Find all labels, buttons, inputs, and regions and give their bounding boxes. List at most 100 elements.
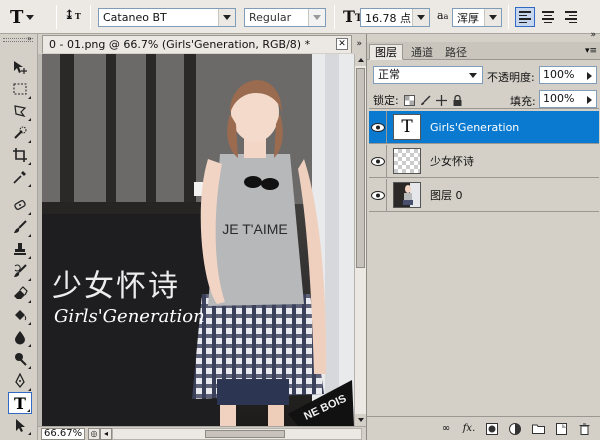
image-canvas[interactable]: JE T'AIME NE BOIS 少女怀诗 Girls'Generation — [42, 54, 354, 426]
collapse-icon[interactable]: » — [27, 34, 32, 43]
collapse-icon[interactable]: » — [590, 30, 596, 40]
vertical-scrollbar[interactable] — [354, 54, 366, 426]
chevron-down-icon[interactable] — [218, 9, 235, 26]
lock-all-icon[interactable] — [452, 94, 463, 106]
link-icon[interactable]: ∞ — [439, 422, 453, 436]
blur-tool-icon[interactable] — [8, 326, 32, 348]
fill-label: 填充: — [510, 95, 536, 108]
fill-input[interactable]: 100% — [539, 90, 597, 108]
lock-position-move-icon[interactable] — [435, 94, 447, 106]
layer-name[interactable]: Girls'Generation — [430, 121, 519, 134]
group-folder-icon[interactable] — [531, 422, 545, 436]
eyedropper-tool-icon[interactable] — [8, 166, 32, 188]
brush-tool-icon[interactable] — [8, 216, 32, 238]
zoom-value: 66.67% — [44, 428, 83, 439]
text-align-group — [515, 7, 581, 27]
move-tool-icon[interactable] — [8, 56, 32, 78]
document-tab[interactable]: 0 - 01.png @ 66.7% (Girls'Generation, RG… — [42, 35, 352, 53]
english-title-text[interactable]: Girls'Generation — [54, 306, 205, 327]
lasso-tool-icon[interactable] — [8, 100, 32, 122]
close-icon[interactable]: ✕ — [336, 38, 348, 50]
align-center-button[interactable] — [538, 7, 558, 27]
font-style-select[interactable]: Regular — [244, 8, 326, 27]
eraser-tool-icon[interactable] — [8, 282, 32, 304]
adjustment-icon[interactable] — [508, 422, 522, 436]
align-left-button[interactable] — [515, 7, 535, 27]
photo-artwork: JE T'AIME NE BOIS 少女怀诗 Girls'Generation — [42, 54, 354, 426]
scroll-left-icon[interactable]: ◂ — [100, 428, 112, 440]
quick-selection-tool-icon[interactable] — [8, 122, 32, 144]
vertical-scroll-thumb[interactable] — [356, 68, 365, 268]
antialias-select[interactable]: 浑厚 — [452, 8, 502, 27]
chevron-right-icon[interactable] — [587, 72, 592, 80]
mask-icon[interactable] — [485, 422, 499, 436]
lock-row: 锁定: — [373, 92, 463, 108]
dodge-tool-icon[interactable] — [8, 348, 32, 370]
visibility-eye-icon[interactable] — [369, 178, 387, 212]
panel-menu-icon[interactable]: » — [356, 39, 362, 49]
font-style-value: Regular — [249, 11, 292, 24]
pen-tool-icon[interactable] — [8, 370, 32, 392]
layer-thumbnail-text: T — [393, 114, 421, 140]
visibility-eye-icon[interactable] — [369, 110, 387, 144]
layer-name[interactable]: 少女怀诗 — [430, 153, 474, 169]
lock-transparency-icon[interactable] — [403, 94, 415, 106]
chevron-down-icon[interactable] — [484, 9, 501, 26]
tab-paths[interactable]: 路径 — [439, 44, 473, 60]
fill-value: 100% — [543, 92, 575, 105]
chevron-right-icon[interactable] — [587, 96, 592, 104]
horizontal-scroll-thumb[interactable] — [205, 430, 285, 438]
options-bar: T ↨T Cataneo BT Regular TT 16.78 点 aa 浑厚 — [0, 0, 600, 34]
separator — [90, 5, 91, 29]
clone-stamp-tool-icon[interactable] — [8, 238, 32, 260]
tool-preset-picker[interactable]: T — [10, 6, 50, 28]
horizontal-scrollbar[interactable] — [112, 428, 362, 440]
path-selection-tool-icon[interactable] — [8, 414, 32, 436]
font-family-select[interactable]: Cataneo BT — [98, 8, 236, 27]
layer-row-transparent[interactable]: 少女怀诗 — [369, 144, 599, 178]
chevron-down-icon[interactable] — [412, 9, 429, 26]
trash-icon[interactable] — [577, 422, 591, 436]
lock-label: 锁定: — [373, 94, 399, 107]
crop-tool-icon[interactable] — [8, 144, 32, 166]
fx-icon[interactable]: fx. — [462, 422, 476, 436]
font-size-select[interactable]: 16.78 点 — [360, 8, 430, 27]
antialias-icon: aa — [437, 9, 449, 22]
scroll-up-icon[interactable] — [355, 54, 366, 66]
opacity-input[interactable]: 100% — [539, 66, 597, 84]
healing-brush-tool-icon[interactable] — [8, 194, 32, 216]
blend-mode-select[interactable]: 正常 — [373, 66, 483, 84]
layer-name[interactable]: 图层 0 — [430, 187, 463, 203]
font-size-value: 16.78 点 — [365, 11, 411, 25]
chevron-down-icon — [469, 73, 477, 78]
text-orientation-toggle-icon[interactable]: ↨T — [64, 8, 84, 26]
zoom-field[interactable]: 66.67% — [41, 428, 85, 440]
chinese-title-text[interactable]: 少女怀诗 — [52, 269, 180, 304]
visibility-eye-icon[interactable] — [369, 144, 387, 178]
separator — [56, 5, 57, 29]
lock-pixels-brush-icon[interactable] — [420, 94, 431, 106]
font-family-value: Cataneo BT — [103, 11, 167, 24]
new-layer-icon[interactable] — [554, 422, 568, 436]
scroll-down-icon[interactable] — [355, 414, 366, 426]
opacity-value: 100% — [543, 68, 575, 81]
status-info-icon[interactable]: ◎ — [88, 428, 100, 440]
tab-channels[interactable]: 通道 — [405, 44, 439, 60]
layers-panel-footer: ∞ fx. — [367, 416, 600, 440]
document-tab-bar: 0 - 01.png @ 66.7% (Girls'Generation, RG… — [38, 34, 366, 54]
history-brush-tool-icon[interactable] — [8, 260, 32, 282]
separator — [334, 5, 335, 29]
panel-options-menu-icon[interactable]: ▾≡ — [585, 46, 597, 56]
layer-row-text[interactable]: T Girls'Generation — [369, 110, 599, 144]
shirt-text: JE T'AIME — [222, 221, 287, 237]
chevron-down-icon[interactable] — [308, 9, 325, 26]
layer-thumbnail-image — [393, 182, 421, 208]
marquee-tool-icon[interactable] — [8, 78, 32, 100]
panel-tabs: 图层 通道 路径 ▾≡ — [367, 42, 600, 60]
align-right-button[interactable] — [561, 7, 581, 27]
paint-bucket-tool-icon[interactable] — [8, 304, 32, 326]
layer-thumbnail-transparent — [393, 148, 421, 174]
layer-row-image[interactable]: 图层 0 — [369, 178, 599, 212]
type-tool-icon[interactable]: T — [8, 392, 32, 414]
tab-layers[interactable]: 图层 — [369, 44, 403, 60]
